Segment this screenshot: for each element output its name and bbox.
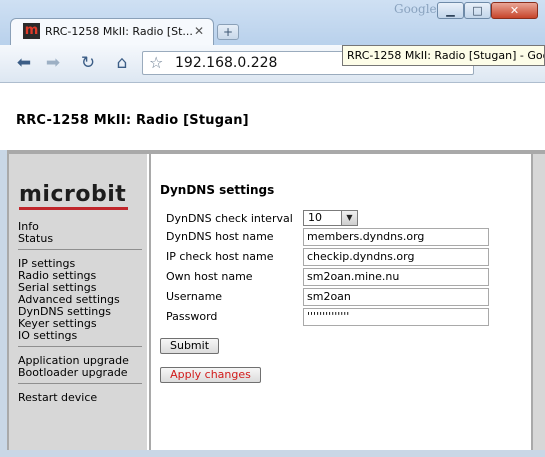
sidebar-item-io-settings[interactable]: IO settings	[18, 330, 142, 342]
window-bottom-edge	[0, 450, 545, 457]
bookmark-star-icon[interactable]: ☆	[149, 53, 163, 72]
row-check-interval: DynDNS check interval 10 ▼	[166, 210, 496, 228]
sidebar-menu: Info Status IP settings Radio settings S…	[18, 221, 142, 404]
host-name-input[interactable]: members.dyndns.org	[303, 228, 489, 246]
main-content: DynDNS settings DynDNS check interval 10…	[149, 154, 531, 450]
apply-changes-button[interactable]: Apply changes	[160, 367, 261, 383]
menu-divider	[18, 346, 142, 347]
username-label: Username	[166, 290, 223, 303]
row-own-host: Own host name sm2oan.mine.nu	[166, 268, 496, 286]
new-tab-button[interactable]: +	[217, 24, 239, 40]
window-titlebar: Google ▁ □ ✕ m RRC-1258 MkII: Radio [St.…	[0, 0, 545, 45]
sidebar: microbit Info Status IP settings Radio s…	[7, 154, 147, 450]
page-header: RRC-1258 MkII: Radio [Stugan]	[0, 83, 545, 154]
sidebar-item-bootloader-upgrade[interactable]: Bootloader upgrade	[18, 367, 142, 379]
username-input[interactable]: sm2oan	[303, 288, 489, 306]
row-username: Username sm2oan	[166, 288, 496, 306]
row-ip-check: IP check host name checkip.dyndns.org	[166, 248, 496, 266]
sidebar-item-status[interactable]: Status	[18, 233, 142, 245]
password-label: Password	[166, 310, 218, 323]
check-interval-label: DynDNS check interval	[166, 212, 293, 225]
sidebar-item-restart-device[interactable]: Restart device	[18, 392, 142, 404]
logo-underline	[19, 207, 128, 210]
check-interval-select[interactable]: 10 ▼	[303, 210, 358, 226]
check-interval-value: 10	[308, 211, 322, 224]
section-heading: DynDNS settings	[160, 183, 275, 197]
back-arrow-icon[interactable]: ⬅	[14, 53, 34, 73]
microbit-logo: microbit	[19, 182, 127, 207]
menu-divider	[18, 383, 142, 384]
chevron-down-icon[interactable]: ▼	[341, 211, 357, 225]
forward-arrow-icon[interactable]: ➡	[43, 53, 63, 73]
row-host-name: DynDNS host name members.dyndns.org	[166, 228, 496, 246]
submit-button[interactable]: Submit	[160, 338, 219, 354]
right-frame-edge	[531, 154, 545, 457]
page-title: RRC-1258 MkII: Radio [Stugan]	[16, 113, 249, 128]
row-password: Password ''''''''''''''	[166, 308, 496, 326]
own-host-label: Own host name	[166, 270, 253, 283]
menu-group-settings: IP settings Radio settings Serial settin…	[18, 258, 142, 342]
reload-icon[interactable]: ↻	[78, 53, 98, 73]
menu-divider	[18, 249, 142, 250]
menu-group-info: Info Status	[18, 221, 142, 245]
window-left-edge	[0, 150, 7, 450]
maximize-button[interactable]: □	[464, 2, 491, 19]
ip-check-input[interactable]: checkip.dyndns.org	[303, 248, 489, 266]
menu-group-restart: Restart device	[18, 392, 142, 404]
close-window-button[interactable]: ✕	[491, 2, 538, 19]
tab-title: RRC-1258 MkII: Radio [St...	[45, 25, 193, 38]
address-url: 192.168.0.228	[175, 55, 278, 71]
google-logo: Google	[394, 2, 437, 16]
menu-group-upgrade: Application upgrade Bootloader upgrade	[18, 355, 142, 379]
own-host-input[interactable]: sm2oan.mine.nu	[303, 268, 489, 286]
ip-check-label: IP check host name	[166, 250, 274, 263]
browser-tab[interactable]: m RRC-1258 MkII: Radio [St... ✕	[10, 18, 214, 45]
tab-close-icon[interactable]: ✕	[194, 24, 204, 38]
minimize-button[interactable]: ▁	[437, 2, 464, 19]
tab-tooltip: RRC-1258 MkII: Radio [Stugan] - Goog	[342, 45, 545, 66]
host-name-label: DynDNS host name	[166, 230, 274, 243]
home-icon[interactable]: ⌂	[112, 53, 132, 73]
password-input[interactable]: ''''''''''''''	[303, 308, 489, 326]
favicon-icon: m	[23, 23, 40, 39]
